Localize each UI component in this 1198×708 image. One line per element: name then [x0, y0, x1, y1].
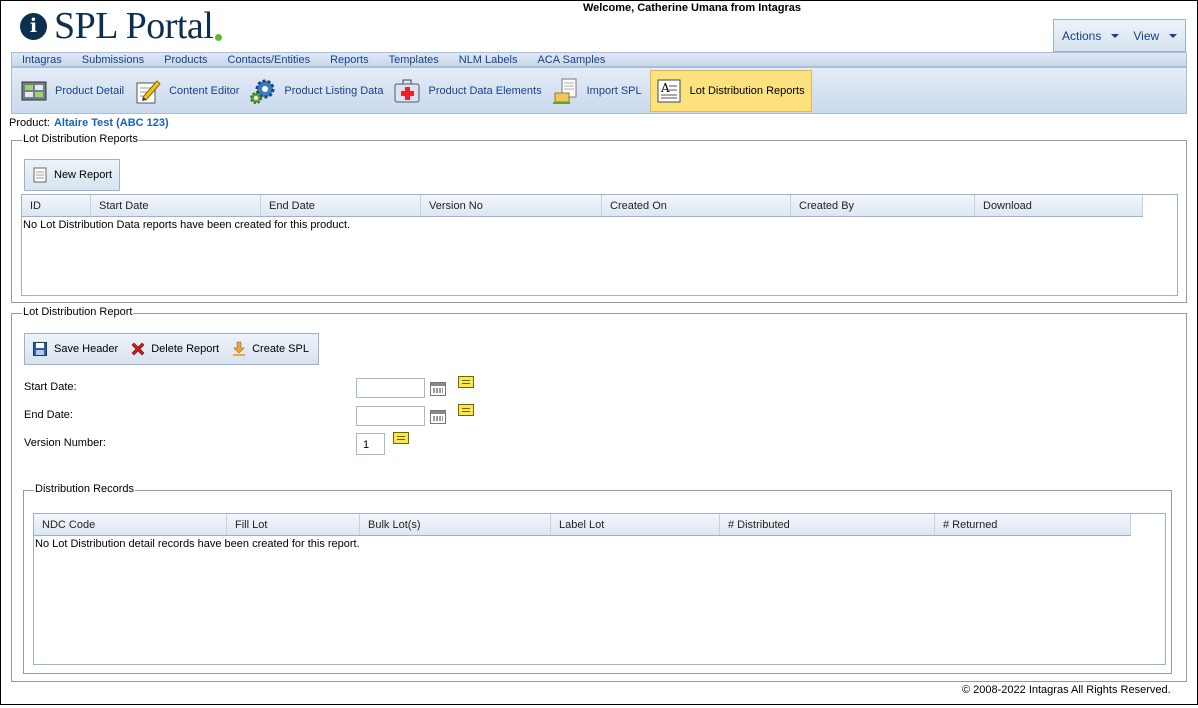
- new-document-icon: [33, 167, 47, 183]
- toolbar-label: Import SPL: [586, 84, 642, 97]
- toolbar-label: Lot Distribution Reports: [689, 84, 805, 97]
- column-header-ndc-code[interactable]: NDC Code: [34, 514, 227, 535]
- gear-icon: [249, 77, 277, 105]
- new-report-label: New Report: [54, 169, 113, 181]
- actions-label: Actions: [1062, 28, 1102, 43]
- view-label: View: [1133, 28, 1160, 43]
- toolbar-product-data-elements[interactable]: Product Data Elements: [391, 70, 547, 112]
- delete-report-label: Delete Report: [151, 343, 220, 355]
- product-name[interactable]: Altaire Test (ABC 123): [54, 117, 169, 129]
- reports-panel-legend: Lot Distribution Reports: [22, 133, 139, 145]
- logo-info-icon: i: [20, 12, 47, 40]
- calendar-icon[interactable]: [430, 382, 446, 396]
- menu-item-products[interactable]: Products: [164, 54, 207, 66]
- view-dropdown[interactable]: View: [1133, 28, 1178, 43]
- column-header-version-no[interactable]: Version No: [421, 195, 602, 216]
- note-icon[interactable]: [393, 432, 409, 444]
- start-date-label: Start Date:: [24, 381, 77, 393]
- toolbar-content-editor[interactable]: Content Editor: [132, 70, 245, 112]
- version-number-input[interactable]: 1: [356, 433, 385, 455]
- menu-item-contacts-entities[interactable]: Contacts/Entities: [228, 54, 311, 66]
- toolbar-label: Product Detail: [55, 84, 125, 97]
- version-number-label: Version Number:: [24, 437, 106, 449]
- toolbar-label: Product Listing Data: [284, 84, 384, 97]
- note-icon[interactable]: [458, 376, 474, 388]
- end-date-label: End Date:: [24, 409, 73, 421]
- copyright-notice: © 2008-2022 Intagras All Rights Reserved…: [962, 684, 1171, 696]
- download-icon: [233, 341, 246, 356]
- menu-item-reports[interactable]: Reports: [330, 54, 369, 66]
- reports-grid-header: ID Start Date End Date Version No Create…: [22, 195, 1143, 217]
- medical-kit-icon: [393, 77, 421, 105]
- toolbar-product-listing-data[interactable]: Product Listing Data: [247, 70, 389, 112]
- column-header-start-date[interactable]: Start Date: [91, 195, 261, 216]
- column-header-bulk-lots[interactable]: Bulk Lot(s): [360, 514, 551, 535]
- toolbar-product-detail[interactable]: Product Detail: [18, 70, 130, 112]
- column-header-returned[interactable]: # Returned: [935, 514, 1131, 535]
- content-editor-icon: [134, 77, 162, 105]
- note-icon[interactable]: [458, 404, 474, 416]
- save-header-button[interactable]: Save Header: [25, 334, 118, 364]
- column-header-fill-lot[interactable]: Fill Lot: [227, 514, 360, 535]
- column-header-id[interactable]: ID: [22, 195, 91, 216]
- product-toolbar: Product Detail Content Editor Product Li…: [11, 67, 1187, 114]
- welcome-message: Welcome, Catherine Umana from Intagras: [583, 2, 802, 14]
- calendar-icon[interactable]: [430, 410, 446, 424]
- records-empty-message: No Lot Distribution detail records have …: [35, 538, 360, 550]
- actions-dropdown[interactable]: Actions: [1062, 28, 1120, 43]
- menu-item-intagras[interactable]: Intagras: [22, 54, 62, 66]
- create-spl-label: Create SPL: [252, 343, 309, 355]
- chevron-down-icon: [1169, 33, 1178, 38]
- report-panel-legend: Lot Distribution Report: [22, 306, 134, 318]
- reports-grid: ID Start Date End Date Version No Create…: [21, 194, 1178, 296]
- column-header-created-by[interactable]: Created By: [791, 195, 975, 216]
- delete-report-button[interactable]: Delete Report: [118, 334, 219, 364]
- logo-text: SPL Portal: [54, 5, 214, 47]
- product-label: Product:: [9, 117, 50, 129]
- distribution-records-legend: Distribution Records: [34, 483, 136, 495]
- column-header-distributed[interactable]: # Distributed: [720, 514, 935, 535]
- menu-item-aca-samples[interactable]: ACA Samples: [537, 54, 605, 66]
- column-header-label-lot[interactable]: Label Lot: [551, 514, 720, 535]
- toolbar-import-spl[interactable]: Import SPL: [550, 70, 648, 112]
- product-detail-icon: [20, 77, 48, 105]
- logo-dot: [215, 33, 223, 41]
- menu-item-submissions[interactable]: Submissions: [82, 54, 144, 66]
- logo: i SPL Portal: [20, 5, 223, 47]
- import-document-icon: [552, 77, 580, 105]
- save-header-label: Save Header: [54, 343, 119, 355]
- product-indicator: Product: Altaire Test (ABC 123): [9, 117, 169, 129]
- column-header-end-date[interactable]: End Date: [261, 195, 421, 216]
- header-menu-box: Actions View: [1053, 19, 1186, 52]
- menu-item-nlm-labels[interactable]: NLM Labels: [459, 54, 518, 66]
- column-header-created-on[interactable]: Created On: [602, 195, 791, 216]
- save-icon: [33, 342, 47, 356]
- toolbar-label: Content Editor: [169, 84, 240, 97]
- delete-icon: [131, 342, 145, 356]
- create-spl-button[interactable]: Create SPL: [219, 334, 309, 364]
- new-report-button[interactable]: New Report: [24, 159, 120, 191]
- toolbar-label: Product Data Elements: [428, 84, 542, 97]
- main-menu: Intagras Submissions Products Contacts/E…: [11, 52, 1187, 67]
- report-action-bar: Save Header Delete Report Create SPL: [24, 333, 319, 365]
- column-header-download[interactable]: Download: [975, 195, 1143, 216]
- document-a-icon: A: [655, 77, 683, 105]
- distribution-records-grid: NDC Code Fill Lot Bulk Lot(s) Label Lot …: [33, 513, 1166, 665]
- svg-text:A: A: [660, 81, 670, 95]
- records-grid-header: NDC Code Fill Lot Bulk Lot(s) Label Lot …: [34, 514, 1131, 536]
- toolbar-lot-distribution-reports[interactable]: A Lot Distribution Reports: [649, 69, 812, 112]
- chevron-down-icon: [1111, 33, 1120, 38]
- start-date-input[interactable]: [356, 378, 425, 398]
- end-date-input[interactable]: [356, 406, 425, 426]
- reports-empty-message: No Lot Distribution Data reports have be…: [23, 219, 351, 231]
- menu-item-templates[interactable]: Templates: [389, 54, 439, 66]
